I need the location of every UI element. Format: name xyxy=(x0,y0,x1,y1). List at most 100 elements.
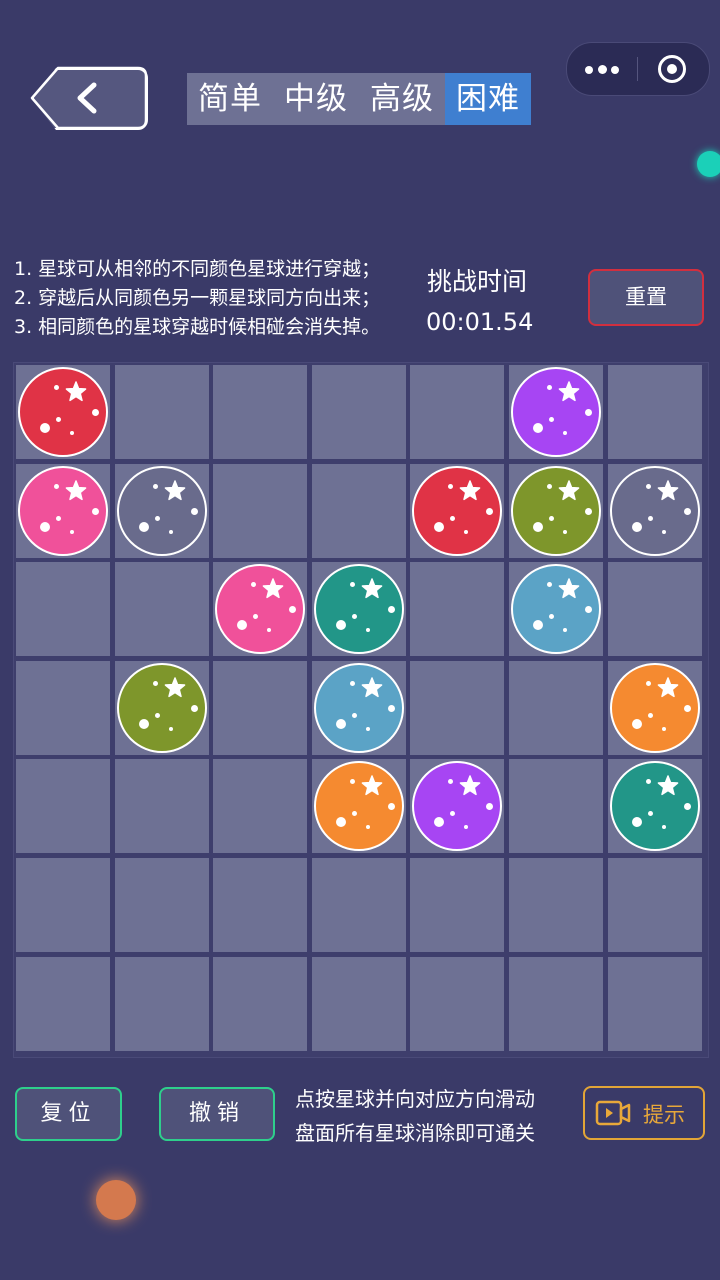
planet-blue[interactable] xyxy=(313,662,404,753)
hint-label: 提示 xyxy=(643,1103,685,1127)
planet-spot xyxy=(92,507,99,515)
star-icon xyxy=(460,775,481,796)
board-cell[interactable] xyxy=(213,660,308,755)
tab-medium[interactable]: 中级 xyxy=(273,73,359,125)
planet-gray[interactable] xyxy=(116,465,207,556)
star-icon xyxy=(361,578,383,599)
planet-spot xyxy=(450,515,456,521)
board-cell[interactable] xyxy=(311,858,406,952)
tab-hard[interactable]: 困难 xyxy=(445,73,531,125)
planet-olive[interactable] xyxy=(116,662,207,753)
undo-button[interactable]: 撤销 xyxy=(159,1087,275,1141)
star-icon xyxy=(361,677,383,697)
planet-spot xyxy=(585,606,592,614)
hint-button[interactable]: 提示 xyxy=(583,1086,705,1140)
planet-spot xyxy=(631,718,642,729)
star-icon xyxy=(262,578,284,599)
planet-spot xyxy=(289,606,297,614)
planet-red[interactable] xyxy=(412,465,503,556)
board-cell[interactable] xyxy=(509,858,603,952)
planet-spot xyxy=(267,628,272,633)
board-cell[interactable] xyxy=(410,562,505,657)
board-cell[interactable] xyxy=(410,858,505,952)
planet-spot xyxy=(683,803,691,811)
planet-blue[interactable] xyxy=(511,564,601,655)
board-cell[interactable] xyxy=(114,365,209,459)
planet-spot xyxy=(585,409,592,416)
board-cell[interactable] xyxy=(16,562,110,657)
planet-pink[interactable] xyxy=(18,465,108,556)
planet-spot xyxy=(547,385,552,390)
planet-purple[interactable] xyxy=(511,367,601,457)
board-cell[interactable] xyxy=(509,660,603,755)
board-cell[interactable] xyxy=(410,660,505,755)
planet-pink[interactable] xyxy=(215,564,306,655)
planet-teal[interactable] xyxy=(313,564,404,655)
planet-spot xyxy=(631,521,642,532)
restore-button[interactable]: 复位 xyxy=(15,1087,122,1141)
board-cell[interactable] xyxy=(607,365,702,459)
board-cell[interactable] xyxy=(311,365,406,459)
planet-spot xyxy=(335,620,346,631)
planet-spot xyxy=(486,803,494,811)
planet-spot xyxy=(138,718,149,729)
star-icon xyxy=(460,479,481,500)
planet-spot xyxy=(351,712,357,718)
planet-spot xyxy=(647,811,653,817)
board-cell[interactable] xyxy=(607,858,702,952)
board-cell[interactable] xyxy=(16,660,110,755)
planet-spot xyxy=(351,614,357,620)
board-cell[interactable] xyxy=(114,956,209,1051)
board-cell[interactable] xyxy=(114,858,209,952)
planet-spot xyxy=(563,529,567,534)
planet-gray[interactable] xyxy=(609,465,700,556)
board-cell[interactable] xyxy=(410,956,505,1051)
planet-orange[interactable] xyxy=(609,662,700,753)
board-cell[interactable] xyxy=(509,759,603,854)
planet-teal[interactable] xyxy=(609,761,700,852)
video-play-icon xyxy=(595,1100,631,1126)
planet-spot xyxy=(448,483,454,489)
board-cell[interactable] xyxy=(114,562,209,657)
star-icon xyxy=(558,479,580,500)
tab-advanced[interactable]: 高级 xyxy=(359,73,445,125)
planet-spot xyxy=(70,431,74,435)
board-cell[interactable] xyxy=(213,858,308,952)
planet-spot xyxy=(533,423,543,433)
star-icon xyxy=(558,381,580,402)
board-cell[interactable] xyxy=(311,956,406,1051)
board-cell[interactable] xyxy=(213,759,308,854)
planet-spot xyxy=(549,417,554,422)
board-cell[interactable] xyxy=(16,759,110,854)
planet-spot xyxy=(253,614,259,620)
decorative-teal-star xyxy=(697,151,720,177)
board-cell[interactable] xyxy=(213,956,308,1051)
board-cell[interactable] xyxy=(16,858,110,952)
board-cell[interactable] xyxy=(16,956,110,1051)
board-cell[interactable] xyxy=(114,759,209,854)
board-cell[interactable] xyxy=(607,956,702,1051)
board-cell[interactable] xyxy=(607,562,702,657)
board-cell[interactable] xyxy=(509,956,603,1051)
reset-button[interactable]: 重置 xyxy=(588,269,704,326)
planet-spot xyxy=(585,507,592,515)
planet-orange[interactable] xyxy=(313,761,404,852)
planet-olive[interactable] xyxy=(511,465,601,556)
planet-spot xyxy=(56,417,61,422)
planet-spot xyxy=(365,825,370,830)
board-cell[interactable] xyxy=(311,463,406,558)
rule-2: 2. 穿越后从同颜色另一颗星球同方向出来； xyxy=(14,287,381,309)
game-board xyxy=(13,362,709,1058)
more-dots-icon[interactable] xyxy=(585,65,619,74)
board-cell[interactable] xyxy=(410,365,505,459)
planet-red[interactable] xyxy=(18,367,108,457)
planet-spot xyxy=(190,704,198,712)
star-icon xyxy=(164,677,185,697)
target-circle-icon[interactable] xyxy=(658,55,686,83)
planet-spot xyxy=(40,423,50,433)
tab-easy[interactable]: 简单 xyxy=(187,73,273,125)
board-cell[interactable] xyxy=(213,463,308,558)
board-cell[interactable] xyxy=(213,365,308,459)
planet-spot xyxy=(434,817,445,828)
planet-spot xyxy=(40,521,50,532)
